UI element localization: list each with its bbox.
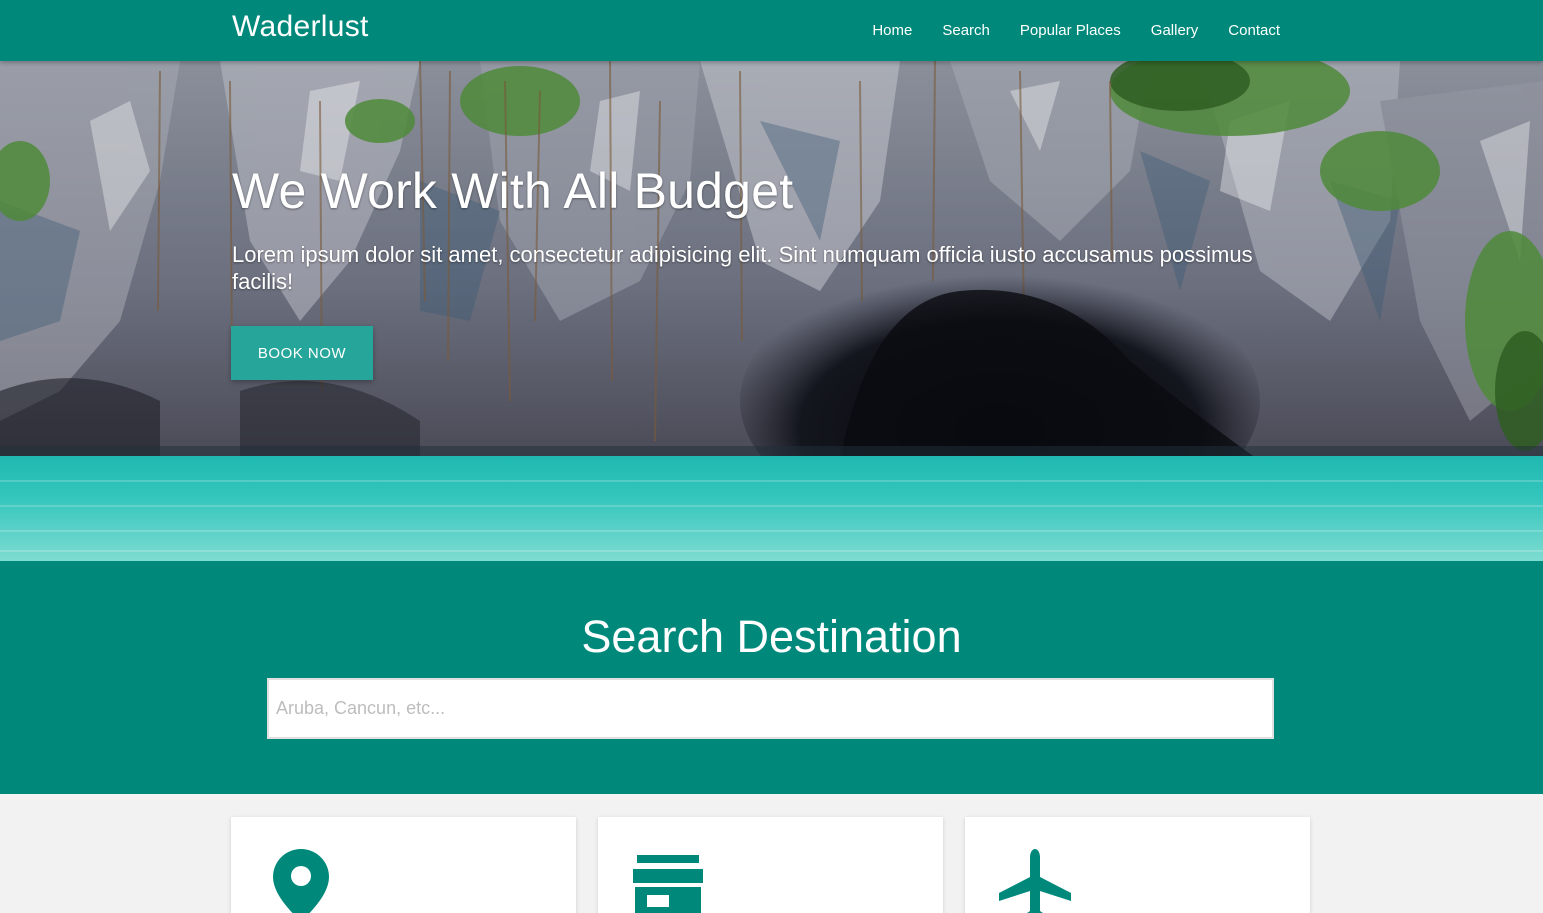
feature-card	[231, 817, 576, 913]
nav-link-home[interactable]: Home	[857, 0, 927, 61]
nav-link-contact[interactable]: Contact	[1213, 0, 1295, 61]
search-title: Search Destination	[581, 611, 962, 662]
nav-link-gallery[interactable]: Gallery	[1136, 0, 1214, 61]
feature-card	[598, 817, 943, 913]
hero-content: We Work With All Budget Lorem ipsum dolo…	[232, 161, 1312, 295]
hero-title: We Work With All Budget	[232, 163, 794, 219]
search-section: Search Destination	[0, 561, 1543, 794]
hero-description: Lorem ipsum dolor sit amet, consectetur …	[232, 242, 1253, 294]
map-marker-icon	[273, 849, 329, 913]
brand-logo[interactable]: Waderlust	[232, 10, 369, 44]
feature-card	[965, 817, 1310, 913]
navbar: Waderlust Home Search Popular Places Gal…	[0, 0, 1543, 61]
book-now-button[interactable]: BOOK NOW	[231, 326, 373, 380]
store-icon	[633, 855, 703, 913]
hero-section: We Work With All Budget Lorem ipsum dolo…	[0, 61, 1543, 561]
nav-links: Home Search Popular Places Gallery Conta…	[857, 0, 1295, 61]
nav-link-popular-places[interactable]: Popular Places	[1005, 0, 1136, 61]
destination-search-input[interactable]	[267, 678, 1274, 739]
features-section	[0, 794, 1543, 913]
airplane-icon	[999, 849, 1071, 913]
hero-background-image	[0, 61, 1543, 561]
nav-link-search[interactable]: Search	[927, 0, 1005, 61]
